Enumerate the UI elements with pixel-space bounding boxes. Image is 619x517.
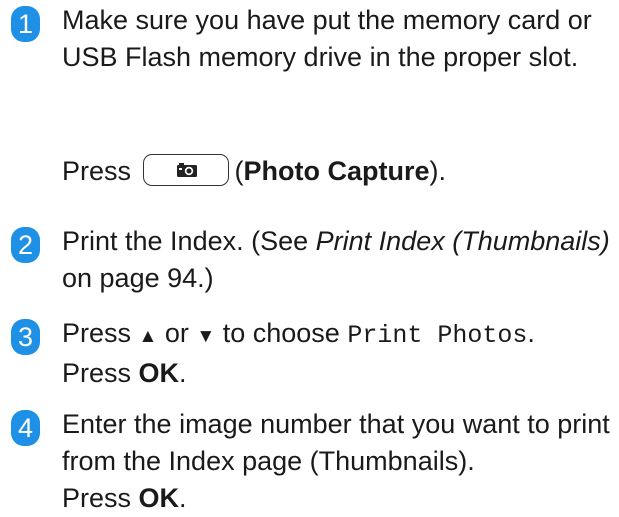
ok-button-label: OK	[138, 358, 180, 388]
step-4-instruction: Enter the image number that you want to …	[62, 409, 610, 476]
step-4-text: Enter the image number that you want to …	[62, 406, 618, 517]
down-arrow-icon: ▼	[196, 326, 216, 347]
choose-label: to choose	[222, 318, 340, 348]
paren-open: (	[234, 156, 244, 186]
period: .	[179, 483, 187, 513]
press-label: Press	[62, 358, 132, 388]
period: .	[179, 358, 187, 388]
step-number-badge: 2	[11, 227, 40, 263]
print-index-reference[interactable]: Print Index (Thumbnails)	[316, 226, 610, 256]
step-2-text: Print the Index. (See Print Index (Thumb…	[62, 223, 618, 297]
press-label: Press	[62, 318, 132, 348]
step-3-text: Press ▲ or ▼ to choose Print Photos. Pre…	[62, 315, 618, 392]
up-arrow-icon: ▲	[138, 326, 158, 347]
step-number-badge: 3	[11, 319, 40, 355]
step-2-prefix: Print the Index. (See	[62, 226, 316, 256]
lcd-option-print-photos: Print Photos	[347, 321, 528, 350]
camera-icon	[176, 163, 197, 177]
press-label: Press	[62, 483, 132, 513]
photo-capture-button[interactable]	[142, 154, 229, 186]
step-number-badge: 4	[11, 410, 40, 446]
paren-close: ).	[429, 156, 447, 186]
step-1-text: Make sure you have put the memory card o…	[62, 2, 618, 76]
or-label: or	[164, 318, 189, 348]
step-1-press-line: Press (Photo Capture).	[62, 153, 618, 190]
step-2-suffix: on page 94.)	[62, 263, 214, 293]
period: .	[527, 318, 535, 348]
photo-capture-label: Photo Capture	[243, 156, 430, 186]
press-label: Press	[62, 156, 132, 186]
ok-button-label: OK	[138, 483, 180, 513]
step-1-instruction: Make sure you have put the memory card o…	[62, 5, 592, 72]
step-number-badge: 1	[11, 6, 40, 42]
